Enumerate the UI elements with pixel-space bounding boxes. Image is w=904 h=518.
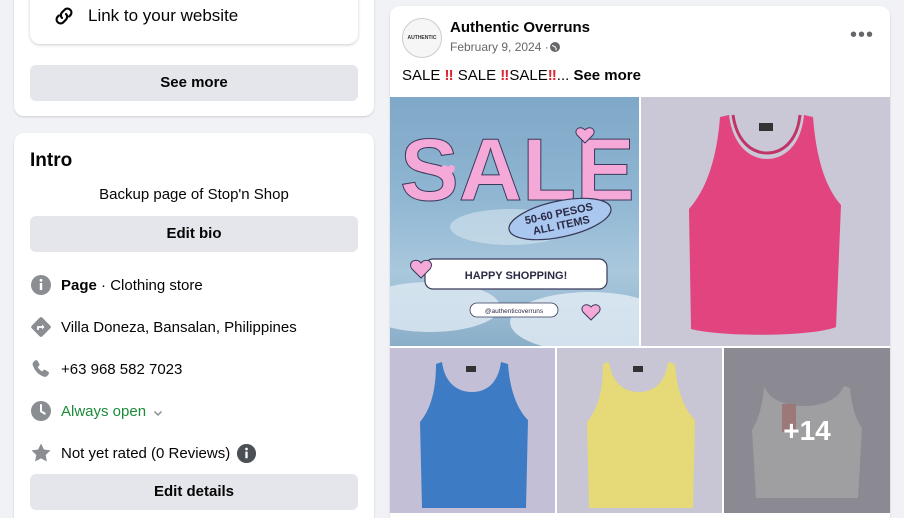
blue-tank-image [390,348,555,513]
post-date[interactable]: February 9, 2024 · [450,40,549,54]
post-text-sale-3: SALE [509,67,548,84]
directions-icon [31,317,51,337]
see-more-link[interactable]: See more [573,67,641,84]
page-category-row: Page · Clothing store [30,273,203,297]
phone-row: +63 968 582 7023 [30,357,182,381]
exclamation-icon: ‼ [500,67,510,84]
post-card: AUTHENTIC Authentic Overruns February 9,… [390,6,890,518]
more-options-icon[interactable]: ••• [850,24,874,47]
pink-tank-photo[interactable] [641,97,890,346]
edit-bio-button[interactable]: Edit bio [30,216,358,252]
website-link-label: Link to your website [88,6,239,25]
website-link-row[interactable]: Link to your website [30,0,358,44]
post-text-ellipsis: ... [556,67,574,84]
phone-text: +63 968 582 7023 [61,360,183,378]
rating-text: Not yet rated (0 Reviews) [61,444,231,462]
post-date-row: February 9, 2024 · [450,40,561,54]
chevron-down-icon [154,410,163,416]
rating-row: Not yet rated (0 Reviews) [30,441,257,465]
hours-text: Always open [61,402,147,420]
intro-bio: Backup page of Stop'n Shop [99,186,289,203]
post-author[interactable]: Authentic Overruns [450,19,590,36]
link-icon [55,7,73,25]
post-text: SALE ‼ SALE ‼SALE‼... See more [402,67,641,84]
phone-icon [32,360,49,377]
location-text: Villa Doneza, Bansalan, Philippines [61,318,297,336]
exclamation-icon: ‼ [444,67,454,84]
intro-card: Intro Backup page of Stop'n Shop Edit bi… [14,133,374,518]
more-photos-overlay[interactable]: +14 [724,348,890,513]
location-row: Villa Doneza, Bansalan, Philippines [30,315,297,339]
avatar[interactable]: AUTHENTIC [402,18,442,58]
see-more-button[interactable]: See more [30,65,358,101]
blue-tank-photo[interactable] [390,348,555,513]
avatar-logo-text: AUTHENTIC [407,35,437,41]
intro-title: Intro [30,150,73,171]
happy-shopping-text: HAPPY SHOPPING! [465,270,568,282]
info-icon[interactable] [236,443,257,464]
sale-photo[interactable]: SALE 50-60 PESOS ALL ITEMS HAPPY SHOPPIN… [390,97,639,346]
post-text-sale-2: SALE [453,67,501,84]
white-tank-photo[interactable]: +14 [724,348,890,513]
handle-text: @authenticoverruns [485,308,544,315]
pink-tank-image [641,97,890,346]
globe-icon [549,42,560,52]
clock-icon [31,401,51,421]
sale-graphic: SALE 50-60 PESOS ALL ITEMS HAPPY SHOPPIN… [390,120,639,346]
edit-details-button[interactable]: Edit details [30,474,358,510]
post-text-sale-1: SALE [402,67,445,84]
hours-row[interactable]: Always open [30,399,164,423]
info-icon [31,275,51,295]
yellow-tank-image [557,348,722,513]
exclamation-icon: ‼ [547,67,557,84]
links-card: Link to your website See more [14,0,374,116]
yellow-tank-photo[interactable] [557,348,722,513]
page-label: Page [61,276,97,294]
star-icon [31,443,51,462]
page-category: · Clothing store [96,276,203,294]
